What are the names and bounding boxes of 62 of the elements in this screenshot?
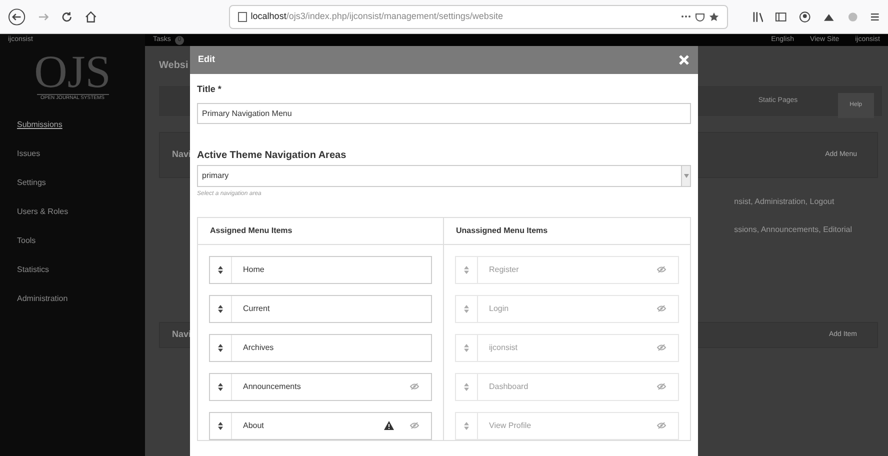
column-heading: Unassigned Menu Items bbox=[456, 224, 548, 236]
sidebar-item[interactable]: Submissions bbox=[17, 118, 128, 130]
menu-item[interactable]: ijconsist bbox=[455, 334, 679, 362]
url-text: localhost/ojs3/index.php/ijconsist/management/settings/website bbox=[250, 10, 503, 23]
sidebar-item[interactable]: Users & Roles bbox=[17, 206, 128, 218]
account-icon[interactable] bbox=[799, 10, 811, 22]
sidebar-item[interactable]: Administration bbox=[17, 292, 128, 304]
menu-item-label: ijconsist bbox=[489, 342, 518, 354]
field-label: Title * bbox=[197, 83, 222, 96]
modal-title: Edit bbox=[198, 53, 215, 66]
menu-item[interactable]: About bbox=[209, 412, 432, 440]
menu-item[interactable]: View Profile bbox=[455, 412, 679, 440]
field-label: Active Theme Navigation Areas bbox=[197, 148, 348, 162]
menu-item[interactable]: Archives bbox=[209, 334, 432, 362]
column-heading: Assigned Menu Items bbox=[210, 224, 292, 236]
drag-handle-icon[interactable] bbox=[464, 304, 469, 312]
menu-icon[interactable] bbox=[870, 10, 880, 22]
menu-item-label: View Profile bbox=[489, 420, 532, 432]
drag-handle-icon[interactable] bbox=[218, 422, 223, 430]
close-icon[interactable] bbox=[678, 54, 690, 66]
menu-item-list: ssions, Announcements, Editorial bbox=[734, 224, 852, 236]
reload-icon[interactable] bbox=[61, 10, 74, 22]
menu-item-list: nsist, Administration, Logout bbox=[734, 196, 852, 208]
drag-handle-icon[interactable] bbox=[218, 382, 223, 390]
sidebar-item[interactable]: Issues bbox=[17, 148, 128, 160]
address-bar[interactable]: localhost/ojs3/index.php/ijconsist/management/settings/website bbox=[228, 4, 728, 28]
menu-item-label: About bbox=[243, 420, 265, 432]
sidebar-item[interactable]: Settings bbox=[17, 176, 128, 188]
sidebar-item[interactable]: Statistics bbox=[17, 264, 128, 276]
menu-item-label: Register bbox=[489, 264, 520, 276]
drag-handle-icon[interactable] bbox=[464, 382, 469, 390]
logo-text: OJS bbox=[34, 50, 111, 94]
menu-item[interactable]: Home bbox=[209, 256, 432, 284]
menu-item[interactable]: Dashboard bbox=[455, 372, 679, 400]
menu-item-label: Archives bbox=[243, 342, 275, 354]
drag-handle-icon[interactable] bbox=[218, 304, 223, 312]
drag-handle-icon[interactable] bbox=[464, 266, 469, 274]
warning-icon bbox=[384, 421, 394, 430]
more-icon[interactable] bbox=[680, 15, 691, 18]
page-title: Websi bbox=[159, 60, 188, 71]
drag-handle-icon[interactable] bbox=[464, 422, 469, 430]
title-input[interactable]: Primary Navigation Menu bbox=[197, 102, 691, 124]
area-select[interactable]: primary bbox=[197, 164, 691, 186]
menu-item-label: Dashboard bbox=[489, 380, 530, 392]
drag-handle-icon[interactable] bbox=[218, 344, 223, 352]
menu-item[interactable]: Register bbox=[455, 256, 679, 284]
sidebar-item[interactable]: Tools bbox=[17, 234, 128, 246]
library-icon[interactable] bbox=[752, 10, 764, 22]
star-icon[interactable] bbox=[708, 12, 719, 22]
menu-item-label: Current bbox=[243, 302, 271, 314]
drag-handle-icon[interactable] bbox=[464, 344, 469, 352]
menu-item[interactable]: Announcements bbox=[209, 372, 432, 400]
menu-item-label: Login bbox=[489, 302, 510, 314]
sidebar-icon[interactable] bbox=[775, 10, 788, 22]
menu-item[interactable]: Current bbox=[209, 294, 432, 322]
drag-handle-icon[interactable] bbox=[218, 266, 223, 274]
dropdown-arrow-icon bbox=[684, 174, 688, 178]
back-icon[interactable] bbox=[8, 8, 26, 26]
home-icon[interactable] bbox=[85, 10, 97, 22]
menu-item-label: Announcements bbox=[243, 380, 302, 392]
page-icon bbox=[238, 12, 247, 22]
menu-item-label: Home bbox=[243, 264, 266, 276]
